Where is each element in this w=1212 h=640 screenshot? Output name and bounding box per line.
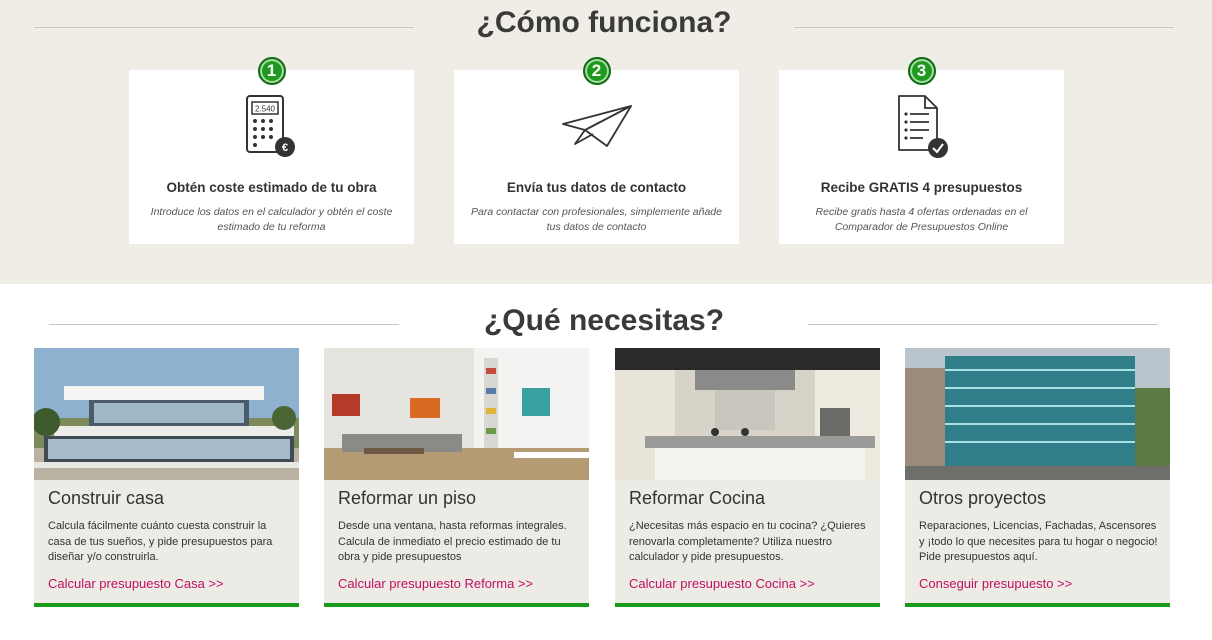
calculator-euro-icon: 2.540 € [245,94,299,165]
title-divider-left [49,324,399,325]
title-divider-left [34,27,414,28]
card-description: Desde una ventana, hasta reformas integr… [338,520,567,563]
service-card-renovate-flat[interactable]: Reformar un piso Desde una ventana, hast… [324,348,589,607]
service-card-build-house[interactable]: Construir casa Calcula fácilmente cuánto… [34,348,299,607]
card-title: Reformar Cocina [629,488,766,508]
service-card-other-projects[interactable]: Otros proyectos Reparaciones, Licencias,… [905,348,1170,607]
what-you-need-title: ¿Qué necesitas? [483,304,725,337]
calculate-renovation-budget-link[interactable]: Calcular presupuesto Reforma >> [338,576,533,591]
step-card-1: 1 2.540 € Obtén coste estimado de tu obr… [129,57,414,244]
card-description: ¿Necesitas más espacio en tu cocina? ¿Qu… [629,520,866,563]
checklist-document-icon [895,94,949,165]
card-description: Reparaciones, Licencias, Fachadas, Ascen… [919,520,1158,563]
step-number-badge: 3 [907,57,936,85]
glass-building-photo [905,348,1170,480]
step-description: Recibe gratis hasta 4 ofertas ordenadas … [815,206,1028,233]
title-divider-right [794,27,1174,28]
title-divider-right [808,324,1158,325]
living-room-photo [324,348,589,480]
get-budget-link[interactable]: Conseguir presupuesto >> [919,576,1072,591]
step-number-badge: 1 [257,57,286,85]
step-description: Para contactar con profesionales, simple… [471,206,722,233]
step-card-3: 3 Recibe GRATIS 4 presupuestos Recibe gr… [779,57,1064,244]
step-title: Envía tus datos de contacto [506,180,687,195]
modern-house-photo [34,348,299,480]
step-description: Introduce los datos en el calculador y o… [150,206,393,233]
calculator-display: 2.540 [254,105,275,114]
card-title: Otros proyectos [919,488,1047,508]
how-it-works-section: ¿Cómo funciona? 1 2.540 € Obtén coste es… [0,0,1212,284]
step-number-badge: 2 [582,57,611,85]
calculate-kitchen-budget-link[interactable]: Calcular presupuesto Cocina >> [629,576,815,591]
svg-text:€: € [281,142,287,154]
service-card-renovate-kitchen[interactable]: Reformar Cocina ¿Necesitas más espacio e… [615,348,880,607]
paper-plane-icon [561,102,633,155]
card-title: Reformar un piso [338,488,477,508]
calculate-house-budget-link[interactable]: Calcular presupuesto Casa >> [48,576,224,591]
step-title: Recibe GRATIS 4 presupuestos [820,180,1023,195]
kitchen-photo [615,348,880,480]
card-title: Construir casa [48,488,165,508]
card-description: Calcula fácilmente cuánto cuesta constru… [48,520,273,563]
step-card-2: 2 Envía tus datos de contacto Para conta… [454,57,739,244]
step-title: Obtén coste estimado de tu obra [166,180,377,195]
how-it-works-title: ¿Cómo funciona? [476,6,732,39]
